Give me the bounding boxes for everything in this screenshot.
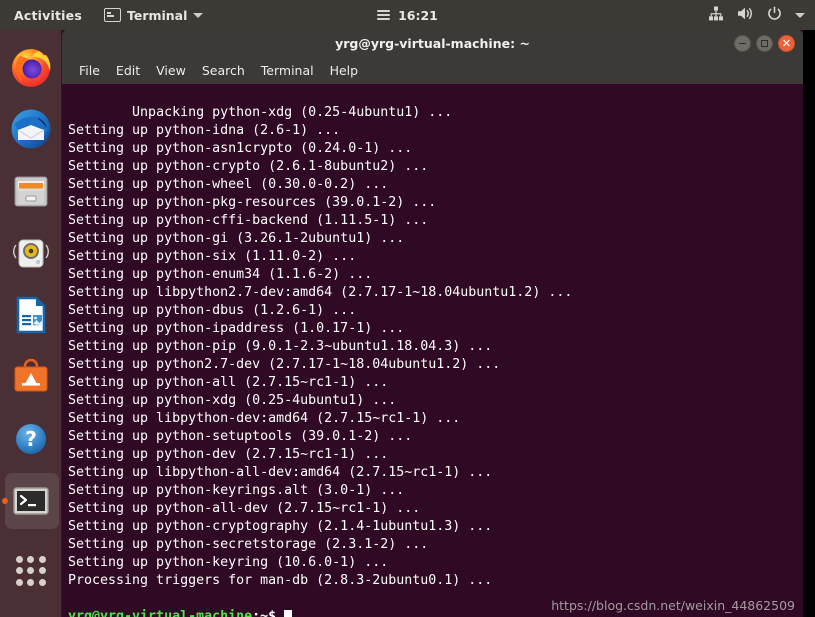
network-icon[interactable] xyxy=(708,6,724,24)
firefox-icon xyxy=(12,49,51,87)
maximize-icon xyxy=(761,40,768,47)
desktop: Activities Terminal 16:21 ? yrg@yrg-virt… xyxy=(0,0,815,617)
window-titlebar[interactable]: yrg@yrg-virtual-machine: ~ ✕ xyxy=(62,30,803,57)
dock-item-help[interactable]: ? xyxy=(0,408,62,470)
svg-text:?: ? xyxy=(25,427,37,451)
prompt-user: yrg@yrg-virtual-machine xyxy=(68,609,253,617)
running-indicator-dot xyxy=(2,498,8,504)
power-icon[interactable] xyxy=(767,6,782,24)
hamburger-menu-icon[interactable] xyxy=(377,10,391,20)
watermark-text: https://blog.csdn.net/weixin_44862509 xyxy=(551,598,795,613)
terminal-body[interactable]: Unpacking python-xdg (0.25-4ubuntu1) ...… xyxy=(62,84,803,617)
terminal-output: Unpacking python-xdg (0.25-4ubuntu1) ...… xyxy=(68,86,799,617)
volume-icon[interactable] xyxy=(737,6,754,24)
terminal-cursor xyxy=(284,609,293,617)
minimize-icon xyxy=(739,42,746,45)
thunderbird-icon xyxy=(11,109,51,149)
menu-edit[interactable]: Edit xyxy=(116,63,140,78)
dock: ? xyxy=(0,30,62,617)
dock-item-thunderbird[interactable] xyxy=(0,98,62,160)
close-button[interactable]: ✕ xyxy=(778,35,795,52)
terminal-window: yrg@yrg-virtual-machine: ~ ✕ File Edit V… xyxy=(62,30,803,617)
app-menu-label: Terminal xyxy=(126,7,188,23)
files-icon xyxy=(14,176,48,207)
chevron-down-icon[interactable] xyxy=(795,12,805,18)
dock-item-libreoffice-writer[interactable] xyxy=(0,284,62,346)
menu-file[interactable]: File xyxy=(79,63,100,78)
menu-bar: File Edit View Search Terminal Help xyxy=(62,57,803,84)
rhythmbox-icon xyxy=(13,239,49,268)
terminal-icon xyxy=(103,8,121,22)
menu-terminal[interactable]: Terminal xyxy=(261,63,314,78)
grid-apps-icon xyxy=(16,556,46,586)
clock-label[interactable]: 16:21 xyxy=(398,8,438,23)
show-applications-button[interactable] xyxy=(0,540,62,602)
chevron-down-icon xyxy=(193,12,204,18)
dock-item-firefox[interactable] xyxy=(0,36,62,98)
dock-item-ubuntu-software[interactable] xyxy=(0,346,62,408)
terminal-output-text: Unpacking python-xdg (0.25-4ubuntu1) ...… xyxy=(68,105,573,588)
help-icon: ? xyxy=(16,424,46,454)
prompt-path: :~$ xyxy=(252,609,277,617)
activities-button[interactable]: Activities xyxy=(14,8,82,23)
ubuntu-software-icon xyxy=(14,358,48,392)
menu-help[interactable]: Help xyxy=(330,63,359,78)
libreoffice-writer-icon xyxy=(16,296,46,334)
minimize-button[interactable] xyxy=(734,35,751,52)
dock-item-files[interactable] xyxy=(0,160,62,222)
window-title: yrg@yrg-virtual-machine: ~ xyxy=(335,36,530,51)
dock-item-terminal[interactable] xyxy=(0,470,62,532)
dock-item-rhythmbox[interactable] xyxy=(0,222,62,284)
close-icon: ✕ xyxy=(781,37,792,50)
system-status-area[interactable] xyxy=(708,6,805,24)
app-menu-button[interactable]: Terminal xyxy=(103,7,204,23)
top-bar: Activities Terminal 16:21 xyxy=(0,0,815,30)
menu-view[interactable]: View xyxy=(156,63,186,78)
maximize-button[interactable] xyxy=(756,35,773,52)
terminal-icon xyxy=(13,487,49,515)
menu-search[interactable]: Search xyxy=(202,63,245,78)
window-controls: ✕ xyxy=(734,35,795,52)
